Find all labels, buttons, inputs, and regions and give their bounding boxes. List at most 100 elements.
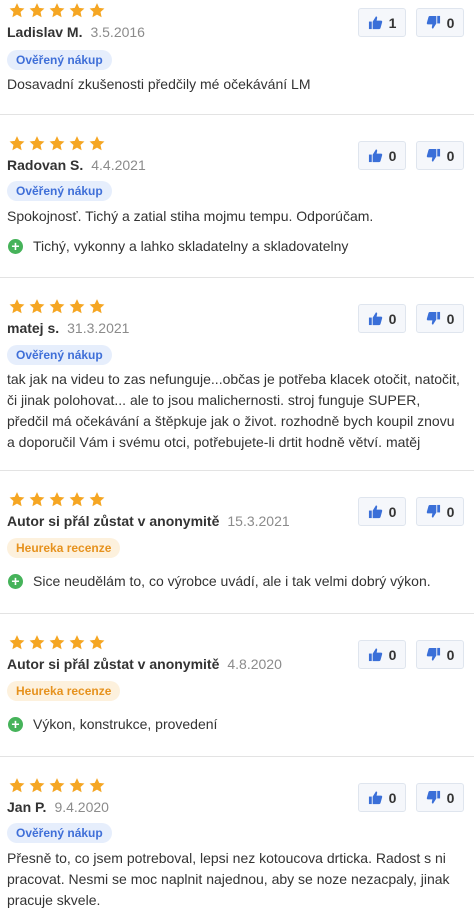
plus-icon: + [8, 716, 23, 732]
star-icon [69, 299, 85, 314]
review-date: 31.3.2021 [67, 320, 130, 336]
dislike-count: 0 [446, 310, 455, 327]
verified-purchase-badge: Ověřený nákup [7, 823, 112, 843]
like-button[interactable]: 0 [358, 783, 406, 812]
star-icon [9, 3, 25, 18]
star-rating [8, 298, 106, 315]
review-date: 3.5.2016 [90, 24, 145, 40]
review-text: tak jak na videu to zas nefunguje...obča… [7, 371, 460, 450]
pro-item: + Sice neudělám to, co výrobce uvádí, al… [8, 573, 431, 589]
star-icon [69, 635, 85, 650]
review-date: 9.4.2020 [54, 799, 109, 815]
star-icon [69, 136, 85, 151]
pro-text: Výkon, konstrukce, provedení [33, 716, 218, 732]
author-name: Ladislav M. [7, 24, 83, 40]
star-icon [49, 492, 65, 507]
like-button[interactable]: 0 [358, 141, 406, 170]
like-count: 0 [388, 789, 397, 806]
review-text: Přesně to, co jsem potreboval, lepsi nez… [7, 850, 450, 908]
thumbs-up-icon [368, 312, 382, 326]
star-rating [8, 135, 106, 152]
dislike-button[interactable]: 0 [416, 640, 464, 669]
like-button[interactable]: 1 [358, 8, 406, 37]
dislike-button[interactable]: 0 [416, 783, 464, 812]
star-icon [89, 635, 105, 650]
pro-item: + Tichý, vykonny a lahko skladatelny a s… [8, 238, 348, 254]
author-line: Jan P. 9.4.2020 [7, 799, 109, 815]
dislike-count: 0 [446, 646, 455, 663]
thumbs-down-icon [426, 311, 440, 325]
like-button[interactable]: 0 [358, 640, 406, 669]
review-text: Spokojnosť. Tichý a zatial stiha mojmu t… [7, 208, 374, 224]
star-icon [69, 3, 85, 18]
like-count: 0 [388, 147, 397, 164]
thumbs-down-icon [426, 647, 440, 661]
review-date: 15.3.2021 [227, 513, 290, 529]
review-text: Dosavadní zkušenosti předčily mé očekává… [7, 76, 311, 92]
author-name: Radovan S. [7, 157, 84, 173]
like-button[interactable]: 0 [358, 304, 406, 333]
star-rating [8, 491, 106, 508]
star-icon [69, 778, 85, 793]
star-icon [29, 492, 45, 507]
pro-text: Tichý, vykonny a lahko skladatelny a skl… [33, 238, 349, 254]
star-icon [89, 492, 105, 507]
author-line: Autor si přál zůstat v anonymitě 4.8.2020 [7, 656, 282, 672]
thumbs-up-icon [368, 505, 382, 519]
pro-text: Sice neudělám to, co výrobce uvádí, ale … [33, 573, 431, 589]
review-item: Radovan S. 4.4.2021 Ověřený nákup Spokojn… [0, 115, 474, 278]
author-line: Autor si přál zůstat v anonymitě 15.3.202… [7, 513, 290, 529]
star-icon [49, 136, 65, 151]
star-icon [29, 778, 45, 793]
star-icon [49, 299, 65, 314]
thumbs-up-icon [368, 16, 382, 30]
like-button[interactable]: 0 [358, 497, 406, 526]
dislike-button[interactable]: 0 [416, 8, 464, 37]
dislike-count: 0 [446, 147, 455, 164]
review-item: Autor si přál zůstat v anonymitě 15.3.202… [0, 471, 474, 614]
star-icon [69, 492, 85, 507]
thumbs-down-icon [426, 15, 440, 29]
star-icon [29, 635, 45, 650]
star-icon [49, 778, 65, 793]
like-count: 1 [388, 14, 397, 31]
dislike-count: 0 [446, 14, 455, 31]
thumbs-down-icon [426, 504, 440, 518]
dislike-count: 0 [446, 789, 455, 806]
author-name: Autor si přál zůstat v anonymitě [7, 656, 220, 672]
review-item: Autor si přál zůstat v anonymitě 4.8.2020… [0, 614, 474, 757]
star-rating [8, 634, 106, 651]
star-icon [29, 136, 45, 151]
thumbs-down-icon [426, 790, 440, 804]
like-count: 0 [388, 310, 397, 327]
star-icon [89, 299, 105, 314]
author-line: matej s. 31.3.2021 [7, 320, 129, 336]
dislike-count: 0 [446, 503, 455, 520]
thumbs-up-icon [368, 149, 382, 163]
dislike-button[interactable]: 0 [416, 141, 464, 170]
thumbs-up-icon [368, 791, 382, 805]
star-icon [29, 299, 45, 314]
verified-purchase-badge: Ověřený nákup [7, 181, 112, 201]
dislike-button[interactable]: 0 [416, 304, 464, 333]
star-icon [9, 299, 25, 314]
verified-purchase-badge: Ověřený nákup [7, 345, 112, 365]
thumbs-down-icon [426, 148, 440, 162]
review-item: Ladislav M. 3.5.2016 Ověřený nákup Dosava… [0, 0, 474, 115]
star-icon [29, 3, 45, 18]
star-icon [49, 3, 65, 18]
review-date: 4.8.2020 [227, 656, 282, 672]
review-date: 4.4.2021 [91, 157, 146, 173]
heureka-review-badge: Heureka recenze [7, 681, 121, 701]
author-line: Radovan S. 4.4.2021 [7, 157, 146, 173]
like-count: 0 [388, 646, 397, 663]
star-icon [9, 778, 25, 793]
star-icon [49, 635, 65, 650]
author-name: Autor si přál zůstat v anonymitě [7, 513, 220, 529]
verified-purchase-badge: Ověřený nákup [7, 50, 112, 70]
plus-icon: + [8, 573, 23, 589]
review-item: matej s. 31.3.2021 Ověřený nákup tak jak … [0, 278, 474, 471]
star-rating [8, 777, 106, 794]
dislike-button[interactable]: 0 [416, 497, 464, 526]
heureka-review-badge: Heureka recenze [7, 538, 121, 558]
